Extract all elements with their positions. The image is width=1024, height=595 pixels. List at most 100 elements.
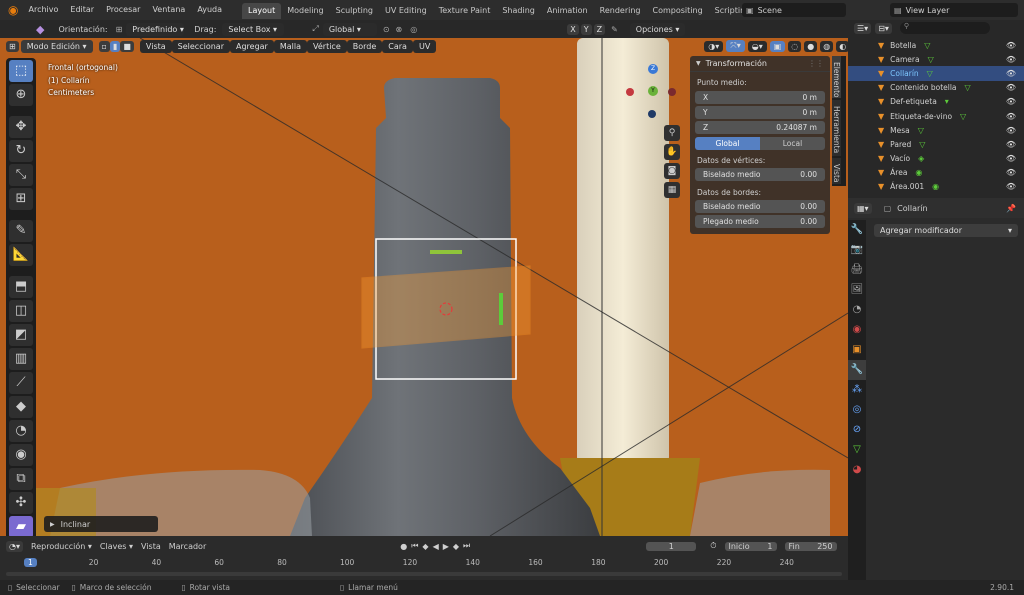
outliner-item[interactable]: ▼ Collarín ▽ 👁: [848, 66, 1024, 81]
output-tab-icon[interactable]: 🖨: [848, 260, 866, 280]
menu-malla[interactable]: Malla: [273, 39, 307, 53]
local-toggle[interactable]: Local: [760, 137, 825, 150]
gizmo-x-axis[interactable]: [626, 88, 634, 96]
tool-tab-icon[interactable]: 🔧: [848, 220, 866, 240]
outliner-item[interactable]: ▼ Área ◉ 👁: [848, 166, 1024, 180]
tab-elemento[interactable]: Elemento: [832, 56, 841, 98]
tab-vista[interactable]: Vista: [832, 158, 841, 184]
mirror-x-toggle[interactable]: X: [567, 23, 579, 35]
next-key-icon[interactable]: ◆: [453, 542, 459, 551]
zoom-icon[interactable]: ⚲: [664, 125, 680, 141]
pan-hand-icon[interactable]: ✋: [664, 144, 680, 160]
shrink-fatten-tool-icon[interactable]: ✣: [9, 492, 33, 514]
wrench-icon[interactable]: ✎: [611, 25, 618, 34]
start-frame-field[interactable]: Inicio 1: [724, 541, 777, 551]
display-mode-icon[interactable]: ☰▾: [854, 22, 872, 34]
inset-tool-icon[interactable]: ◫: [9, 300, 33, 322]
pin-icon[interactable]: 📌: [1006, 204, 1016, 213]
camera-view-icon[interactable]: ◙: [664, 163, 680, 179]
tab-rendering[interactable]: Rendering: [594, 3, 647, 19]
current-frame-field[interactable]: 1: [646, 541, 697, 551]
frame-ruler[interactable]: 1 20 40 60 80 100 120 140 160 180 200 220 240: [0, 556, 848, 570]
material-tab-icon[interactable]: ◕: [848, 460, 866, 480]
menu-seleccionar[interactable]: Seleccionar: [171, 39, 230, 53]
menu-vista[interactable]: Vista: [139, 39, 172, 53]
modifier-tab-icon[interactable]: 🔧: [848, 360, 866, 380]
proportional-icon[interactable]: ◎: [410, 25, 417, 34]
collapse-arrow-icon[interactable]: ▼: [696, 60, 701, 67]
tab-sculpting[interactable]: Sculpting: [330, 3, 379, 19]
menu-claves[interactable]: Claves ▾: [100, 542, 133, 551]
menu-agregar[interactable]: Agregar: [229, 39, 274, 53]
mesh-data-icon[interactable]: ▽: [918, 126, 924, 135]
scene-selector[interactable]: ▣ Scene: [742, 3, 846, 17]
jump-start-icon[interactable]: ⏮: [411, 541, 418, 551]
play-reverse-icon[interactable]: ◀: [433, 542, 439, 551]
visibility-eye-icon[interactable]: 👁: [1006, 41, 1016, 50]
constraints-tab-icon[interactable]: ⊘: [848, 420, 866, 440]
annotate-tool-icon[interactable]: ✎: [9, 220, 33, 242]
visibility-icon[interactable]: ◑▾: [704, 40, 724, 52]
navigation-gizmo[interactable]: Z Y: [620, 62, 680, 122]
measure-tool-icon[interactable]: 📐: [9, 244, 33, 266]
visibility-eye-icon[interactable]: 👁: [1006, 69, 1016, 78]
last-operator-panel[interactable]: ▶ Inclinar: [44, 516, 158, 532]
tab-herramienta[interactable]: Herramienta: [832, 100, 841, 156]
outliner-item[interactable]: ▼ Contenido botella ▽ 👁: [848, 81, 1024, 95]
tab-layout[interactable]: Layout: [242, 3, 282, 19]
view-layer-selector[interactable]: ▤ View Layer: [890, 3, 1018, 17]
prev-key-icon[interactable]: ◆: [422, 542, 428, 551]
menu-archivo[interactable]: Archivo: [22, 0, 64, 20]
visibility-eye-icon[interactable]: 👁: [1006, 182, 1016, 191]
knife-tool-icon[interactable]: ⟋: [9, 372, 33, 394]
menu-vertice[interactable]: Vértice: [307, 39, 347, 53]
visibility-eye-icon[interactable]: 👁: [1006, 83, 1016, 92]
mesh-data-icon[interactable]: ▽: [960, 112, 966, 121]
tab-shading[interactable]: Shading: [496, 3, 541, 19]
search-input[interactable]: ⚲: [899, 22, 990, 34]
outliner-item[interactable]: ▼ Botella ▽ 👁: [848, 38, 1024, 52]
median-x-field[interactable]: X 0 m: [695, 91, 825, 104]
mesh-data-icon[interactable]: ▽: [924, 41, 930, 50]
mesh-data-icon[interactable]: ▽: [927, 69, 933, 78]
loop-cut-tool-icon[interactable]: ▥: [9, 348, 33, 370]
mode-dropdown[interactable]: Modo Edición ▾: [20, 39, 93, 53]
visibility-eye-icon[interactable]: 👁: [1006, 55, 1016, 64]
shading-material-icon[interactable]: ◍: [820, 40, 834, 52]
visibility-eye-icon[interactable]: 👁: [1006, 168, 1016, 177]
editor-type-icon[interactable]: ▦▾: [854, 202, 872, 214]
object-tab-icon[interactable]: ▣: [848, 340, 866, 360]
menu-cara[interactable]: Cara: [382, 39, 413, 53]
mirror-y-toggle[interactable]: Y: [580, 23, 592, 35]
end-frame-field[interactable]: Fin 250: [784, 541, 837, 551]
tab-modeling[interactable]: Modeling: [281, 3, 329, 19]
shading-solid-icon[interactable]: ●: [804, 40, 818, 52]
menu-procesar[interactable]: Procesar: [100, 0, 146, 20]
mesh-data-icon[interactable]: ▾: [945, 97, 949, 106]
outliner-item[interactable]: ▼ Pared ▽ 👁: [848, 137, 1024, 151]
shading-wireframe-icon[interactable]: ◌: [788, 40, 802, 52]
menu-reproduccion[interactable]: Reproducción ▾: [31, 542, 92, 551]
record-icon[interactable]: ●: [400, 542, 407, 551]
mirror-z-toggle[interactable]: Z: [593, 23, 606, 35]
shear-tool-icon[interactable]: ▰: [9, 516, 33, 538]
vertex-bevel-field[interactable]: Biselado medio 0.00: [695, 168, 825, 181]
outliner-item[interactable]: ▼ Mesa ▽ 👁: [848, 123, 1024, 137]
menu-uv[interactable]: UV: [412, 39, 437, 53]
visibility-eye-icon[interactable]: 👁: [1006, 140, 1016, 149]
cursor-tool-icon[interactable]: ⊕: [9, 84, 33, 106]
play-icon[interactable]: ▶: [443, 542, 449, 551]
face-select-mode[interactable]: ■: [120, 40, 134, 52]
outliner-item[interactable]: ▼ Etiqueta-de-vino ▽ 👁: [848, 109, 1024, 123]
gizmo-neg-z-axis[interactable]: [648, 110, 656, 118]
jump-end-icon[interactable]: ⏭: [463, 541, 470, 551]
world-tab-icon[interactable]: ◉: [848, 320, 866, 340]
spin-tool-icon[interactable]: ◔: [9, 420, 33, 442]
menu-editar[interactable]: Editar: [64, 0, 100, 20]
orientation-dropdown[interactable]: Predefinido ▾: [126, 22, 185, 36]
mesh-data-icon[interactable]: ▽: [965, 83, 971, 92]
poly-build-tool-icon[interactable]: ◆: [9, 396, 33, 418]
options-dropdown[interactable]: Opciones ▾: [629, 22, 686, 36]
physics-tab-icon[interactable]: ◎: [848, 400, 866, 420]
gizmo-toggle-icon[interactable]: ⤧▾: [726, 40, 745, 52]
